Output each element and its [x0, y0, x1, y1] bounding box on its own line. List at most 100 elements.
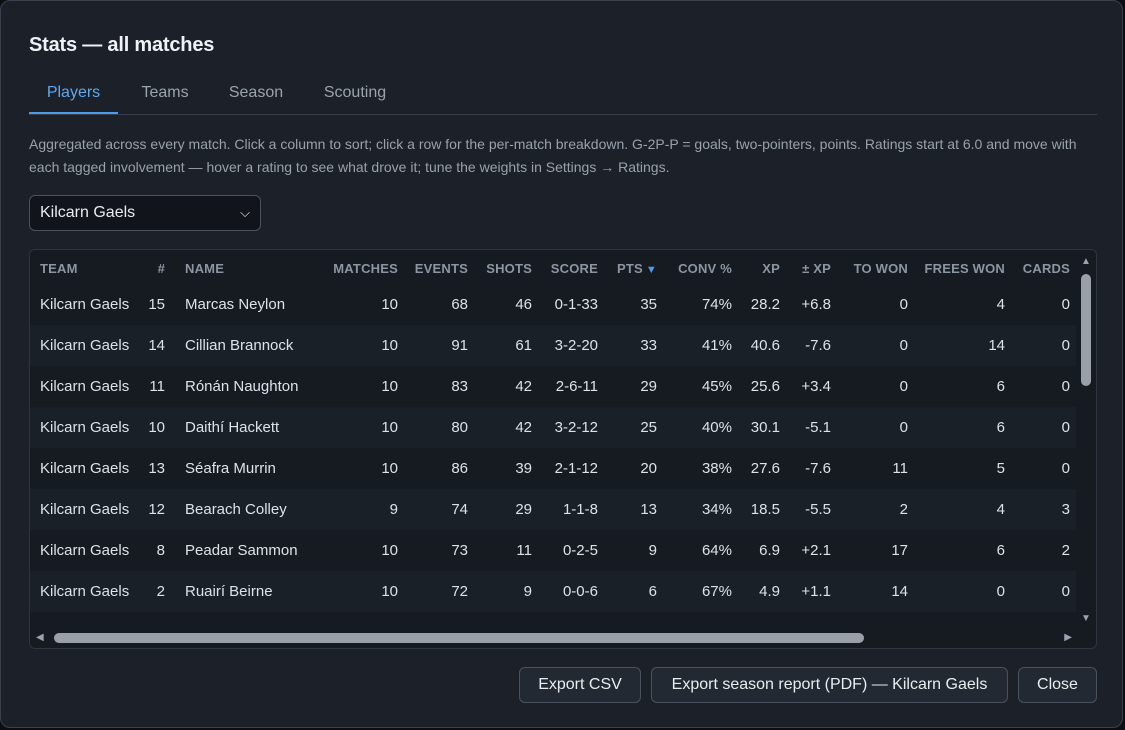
cell-name: Ruairí Beirne — [185, 583, 273, 600]
scroll-down-icon[interactable]: ▼ — [1081, 613, 1091, 624]
header-label: TEAM — [40, 261, 78, 276]
sort-desc-icon: ▼ — [645, 264, 657, 276]
cell-shots: 11 — [516, 542, 532, 559]
cell-score: 2-1-12 — [554, 460, 598, 477]
horizontal-scrollbar[interactable]: ◀ ▶ — [30, 628, 1078, 648]
cell-team: Kilcarn Gaels — [40, 419, 130, 436]
cell-conv: 40% — [701, 419, 732, 436]
cell-team: Kilcarn Gaels — [40, 542, 130, 559]
table-row-partial[interactable] — [30, 612, 1078, 628]
header-label: CARDS — [1022, 261, 1070, 276]
header-col-number[interactable]: # — [158, 261, 165, 276]
header-col-conv[interactable]: CONV % — [678, 261, 732, 276]
table-row[interactable]: Kilcarn Gaels 8 Peadar Sammon 10 73 11 0-2-5 9 6… — [30, 530, 1078, 572]
table-row[interactable]: Kilcarn Gaels 10 Daithí Hackett 10 80 42 3-2-1… — [30, 407, 1078, 449]
header-col-team[interactable]: TEAM — [40, 261, 78, 276]
header-col-name[interactable]: NAME — [185, 261, 224, 276]
table-row[interactable]: Kilcarn Gaels 2 Ruairí Beirne 10 72 9 0-0-6 6 67… — [30, 571, 1078, 613]
table-row[interactable]: Kilcarn Gaels 13 Séafra Murrin 10 86 39 2-1-12… — [30, 448, 1078, 490]
header-col-shots[interactable]: SHOTS — [486, 261, 532, 276]
cell-events: 91 — [451, 337, 468, 354]
cell-xp: 25.6 — [750, 378, 780, 395]
cell-to-won: 11 — [892, 460, 908, 477]
cell-score: 0-2-5 — [562, 542, 598, 559]
header-col-frees-won[interactable]: FREES WON — [924, 261, 1005, 276]
table-row[interactable]: Kilcarn Gaels 11 Rónán Naughton 10 83 42 2-6-1… — [30, 366, 1078, 408]
tab-scouting[interactable]: Scouting — [313, 81, 397, 113]
cell-events: 73 — [451, 542, 468, 559]
team-filter-select[interactable]: Kilcarn Gaels ⌵ — [29, 195, 261, 231]
scroll-up-icon[interactable]: ▲ — [1081, 256, 1091, 267]
header-label: PTS — [617, 261, 643, 276]
cell-plusminus-xp: -5.1 — [805, 419, 831, 436]
cell-cards: 0 — [1061, 378, 1070, 395]
cell-shots: 61 — [515, 337, 532, 354]
cell-team: Kilcarn Gaels — [40, 583, 130, 600]
team-filter-value: Kilcarn Gaels — [40, 204, 136, 221]
cell-pts: 35 — [640, 296, 657, 313]
table-row[interactable]: Kilcarn Gaels 12 Bearach Colley 9 74 29 1-1-8 1… — [30, 489, 1078, 531]
cell-frees-won: 6 — [996, 542, 1005, 559]
header-col-to-won[interactable]: TO WON — [854, 261, 908, 276]
tab-teams[interactable]: Teams — [130, 81, 200, 113]
cell-xp: 28.2 — [750, 296, 780, 313]
cell-events: 74 — [451, 501, 468, 518]
cell-team: Kilcarn Gaels — [40, 378, 130, 395]
header-col-xp[interactable]: XP — [762, 261, 780, 276]
cell-events: 68 — [451, 296, 468, 313]
tab-players[interactable]: Players — [29, 81, 118, 114]
header-col-score[interactable]: SCORE — [551, 261, 598, 276]
close-button[interactable]: Close — [1018, 667, 1097, 703]
cell-number: 10 — [148, 419, 165, 436]
cell-plusminus-xp: -7.6 — [805, 460, 831, 477]
vertical-scrollbar[interactable]: ▲ ▼ — [1076, 250, 1096, 628]
cell-cards: 0 — [1061, 419, 1070, 436]
cell-number: 15 — [148, 296, 165, 313]
cell-conv: 74% — [701, 296, 732, 313]
stats-dialog: Stats — all matches Players Teams Season… — [0, 0, 1123, 728]
horizontal-scroll-thumb[interactable] — [54, 633, 864, 643]
cell-plusminus-xp: +1.1 — [801, 583, 831, 600]
cell-xp: 18.5 — [750, 501, 780, 518]
table-row[interactable]: Kilcarn Gaels 15 Marcas Neylon 10 68 46 0-1-33… — [30, 284, 1078, 326]
tab-bar: Players Teams Season Scouting — [29, 81, 1097, 115]
cell-pts: 13 — [640, 501, 657, 518]
header-col-pts[interactable]: PTS ▼ — [617, 261, 657, 276]
cell-shots: 39 — [515, 460, 532, 477]
cell-cards: 0 — [1061, 337, 1070, 354]
scroll-right-icon[interactable]: ▶ — [1064, 632, 1072, 643]
cell-shots: 9 — [523, 583, 532, 600]
header-col-matches[interactable]: MATCHES — [333, 261, 398, 276]
cell-shots: 42 — [515, 419, 532, 436]
cell-cards: 2 — [1061, 542, 1070, 559]
cell-frees-won: 0 — [996, 583, 1005, 600]
cell-events: 72 — [451, 583, 468, 600]
help-description: Aggregated across every match. Click a c… — [29, 136, 1077, 175]
cell-to-won: 2 — [899, 501, 908, 518]
header-col-events[interactable]: EVENTS — [415, 261, 468, 276]
cell-number: 2 — [156, 583, 165, 600]
header-col-cards[interactable]: CARDS — [1023, 261, 1070, 276]
cell-score: 0-0-6 — [562, 583, 598, 600]
table-row[interactable]: Kilcarn Gaels 14 Cillian Brannock 10 91 61 3-2… — [30, 325, 1078, 367]
header-col-plusminus-xp[interactable]: ± XP — [802, 261, 831, 276]
cell-conv: 38% — [701, 460, 732, 477]
vertical-scroll-thumb[interactable] — [1081, 274, 1091, 386]
cell-matches: 10 — [381, 378, 398, 395]
header-label: ± XP — [802, 261, 831, 276]
cell-number: 12 — [148, 501, 165, 518]
chevron-down-icon: ⌵ — [240, 205, 250, 220]
export-csv-button[interactable]: Export CSV — [519, 667, 641, 703]
cell-shots: 46 — [515, 296, 532, 313]
cell-score: 2-6-11 — [555, 378, 598, 395]
tab-season[interactable]: Season — [217, 81, 295, 113]
cell-number: 13 — [148, 460, 165, 477]
cell-cards: 0 — [1061, 583, 1070, 600]
cell-to-won: 17 — [891, 542, 908, 559]
export-pdf-button[interactable]: Export season report (PDF) — Kilcarn Gae… — [651, 667, 1008, 703]
cell-conv: 64% — [701, 542, 732, 559]
scroll-left-icon[interactable]: ◀ — [36, 632, 44, 643]
cell-name: Séafra Murrin — [185, 460, 276, 477]
cell-matches: 10 — [381, 296, 398, 313]
header-label: SCORE — [550, 261, 598, 276]
